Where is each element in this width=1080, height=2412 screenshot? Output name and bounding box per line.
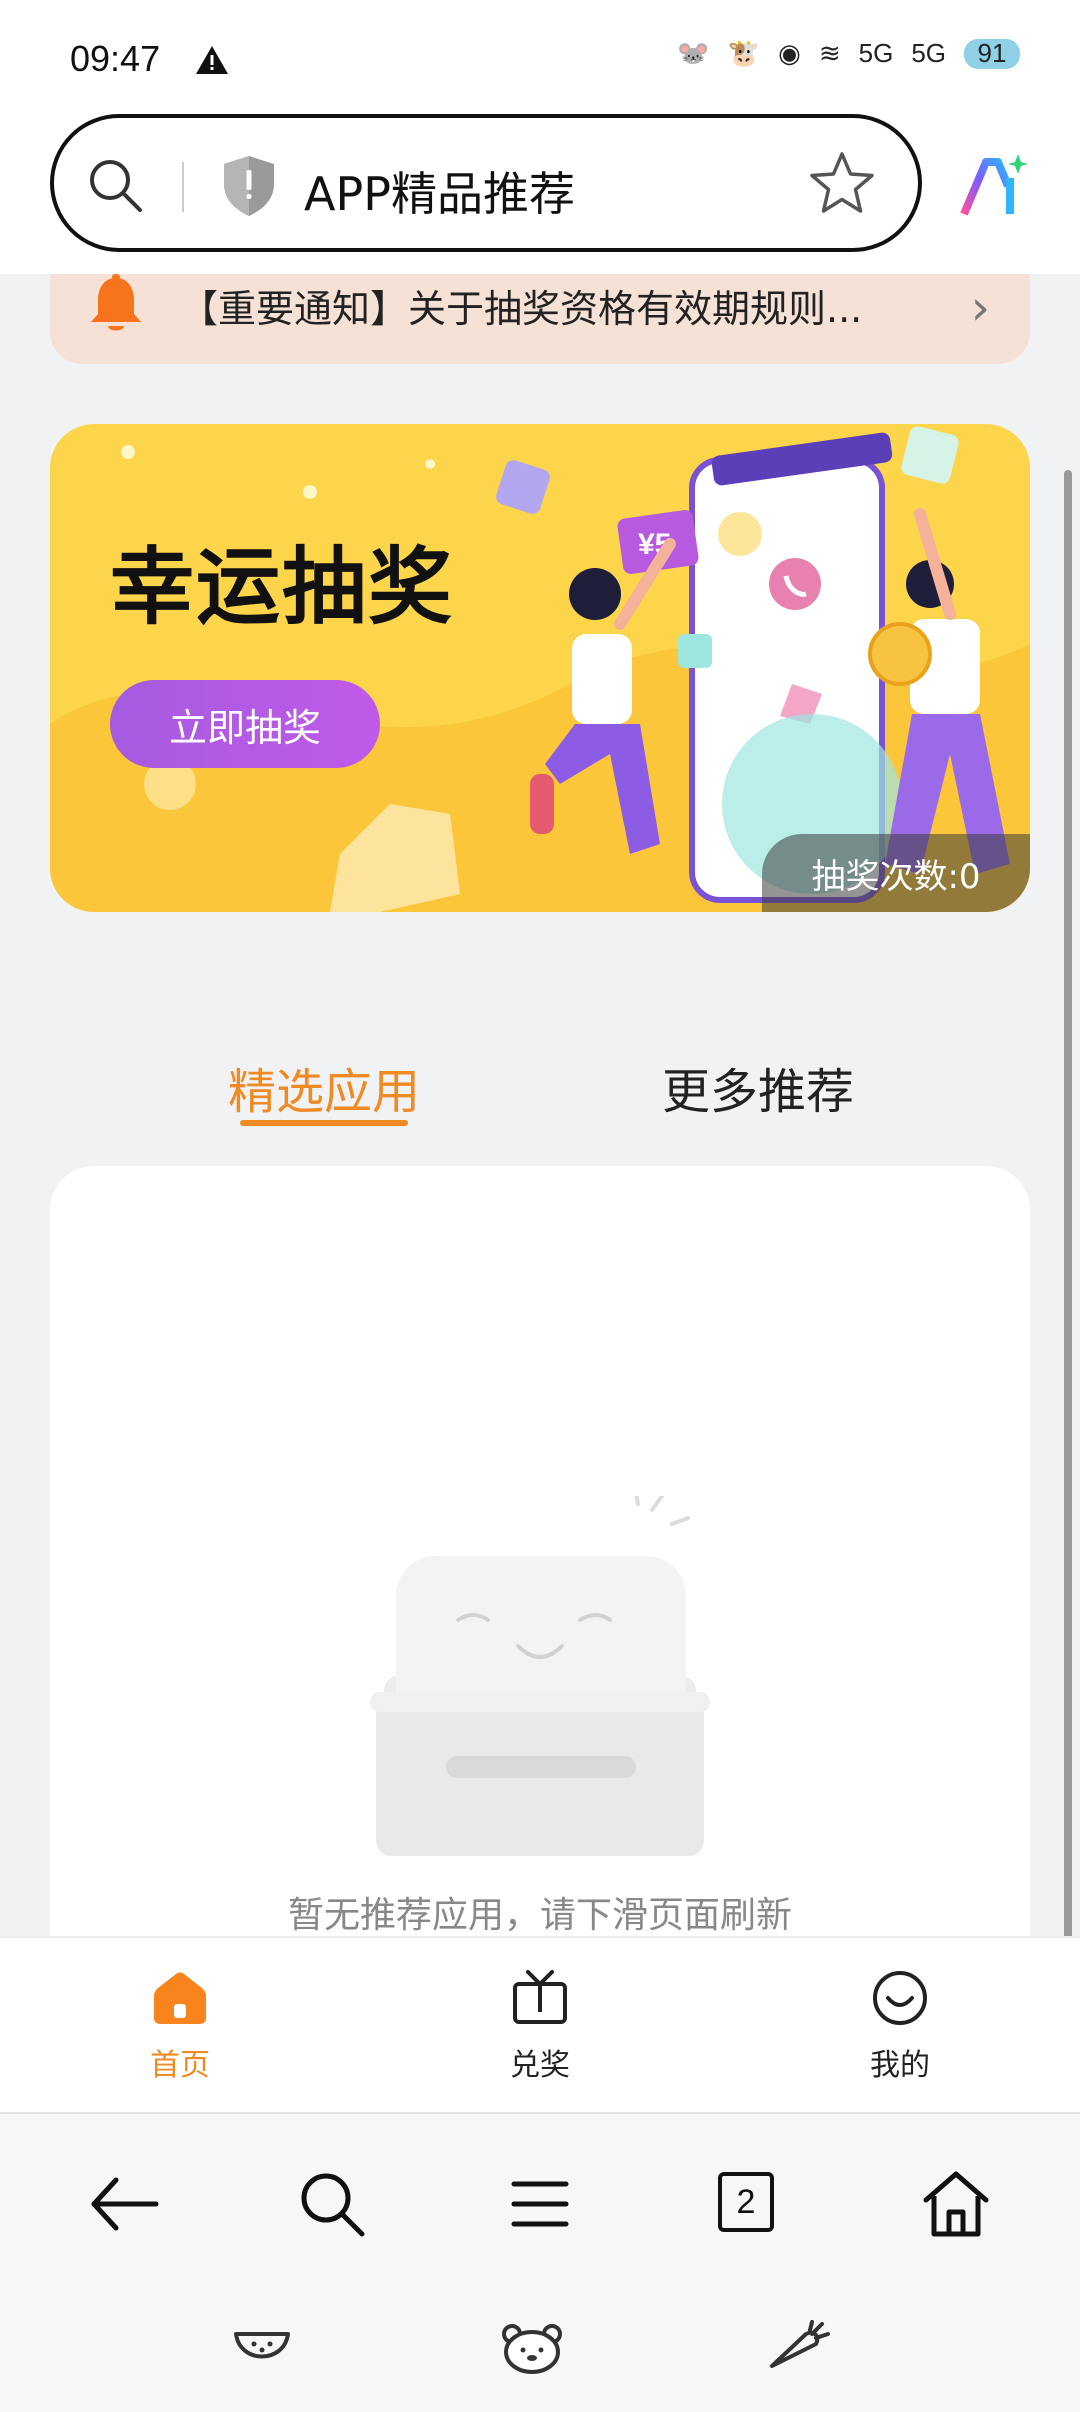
- status-icons: 🐭 🐮 ◉ ≋ 5G 5G 91: [677, 38, 1020, 69]
- smile-icon: [873, 1971, 927, 2025]
- warning-icon: [196, 46, 228, 74]
- browser-toolbar: 2: [0, 2112, 1080, 2292]
- search-icon[interactable]: [84, 154, 146, 216]
- nav-label-redeem: 兑奖: [510, 2048, 570, 2083]
- address-separator: [182, 162, 184, 212]
- menu-icon[interactable]: [500, 2164, 580, 2244]
- tab-featured-apps[interactable]: 精选应用: [228, 1052, 420, 1122]
- status-time: 09:47: [70, 38, 161, 79]
- empty-box-illustration: [370, 1496, 710, 1856]
- notice-text[interactable]: 【重要通知】关于抽奖资格有效期规则...: [180, 278, 862, 333]
- home-icon[interactable]: [916, 2164, 996, 2244]
- active-tab-indicator: [240, 1120, 408, 1126]
- bottom-navigation: 首页 兑奖 我的: [0, 1936, 1080, 2112]
- start-draw-button[interactable]: 立即抽奖: [110, 680, 380, 768]
- bell-icon: [91, 274, 141, 331]
- page-title[interactable]: APP精品推荐: [304, 158, 575, 224]
- empty-state-message: 暂无推荐应用，请下滑页面刷新: [287, 1895, 792, 1936]
- signal-label-2: 5G: [911, 38, 946, 68]
- nav-label-mine: 我的: [870, 2048, 930, 2083]
- carrot-icon[interactable]: [766, 2320, 830, 2376]
- tab-more-recommendations[interactable]: 更多推荐: [662, 1052, 854, 1122]
- battery-level: 91: [977, 38, 1007, 68]
- banner-title: 幸运抽奖: [110, 538, 455, 636]
- battery-icon: 91: [964, 38, 1020, 69]
- tab-switcher-button[interactable]: 2: [708, 2164, 788, 2244]
- signal-label-1: 5G: [858, 38, 894, 68]
- shield-icon[interactable]: [220, 154, 278, 218]
- nav-item-redeem[interactable]: 兑奖: [450, 1968, 630, 2084]
- nav-item-home[interactable]: 首页: [90, 1968, 270, 2084]
- hd-icon: ◉: [778, 38, 801, 68]
- ai-assistant-icon[interactable]: [958, 152, 1028, 222]
- system-gesture-row: [0, 2292, 1080, 2412]
- lucky-draw-banner[interactable]: ¥5 幸运抽奖 立即抽奖 抽奖次数:0: [50, 424, 1030, 912]
- status-bar: 09:47 🐭 🐮 ◉ ≋ 5G 5G 91: [0, 0, 1080, 110]
- nav-label-home: 首页: [150, 2048, 210, 2083]
- bookmark-star-icon[interactable]: [806, 148, 878, 220]
- bear-icon[interactable]: [500, 2320, 564, 2376]
- search-icon[interactable]: [292, 2164, 372, 2244]
- app-list-card: 暂无推荐应用，请下滑页面刷新: [50, 1166, 1030, 1936]
- page-scrollbar[interactable]: [1064, 470, 1072, 2110]
- tv-gift-icon: [513, 1970, 567, 2024]
- nav-item-mine[interactable]: 我的: [810, 1968, 990, 2084]
- wifi-icon: ≋: [818, 38, 841, 68]
- browser-address-area: APP精品推荐: [0, 110, 1080, 274]
- notification-icon: 🐭: [677, 38, 710, 68]
- watermelon-icon[interactable]: [230, 2320, 294, 2376]
- address-bar[interactable]: APP精品推荐: [50, 114, 922, 252]
- notification-icon-2: 🐮: [727, 38, 761, 68]
- tab-count: 2: [718, 2172, 774, 2232]
- home-icon: [154, 1972, 206, 2024]
- app-tabs: 精选应用 更多推荐: [0, 1040, 1080, 1130]
- chevron-right-icon[interactable]: ›: [971, 280, 990, 336]
- notice-bar[interactable]: 【重要通知】关于抽奖资格有效期规则... ›: [50, 274, 1030, 364]
- back-arrow-icon[interactable]: [84, 2164, 164, 2244]
- draw-count-badge: 抽奖次数:0: [762, 834, 1030, 912]
